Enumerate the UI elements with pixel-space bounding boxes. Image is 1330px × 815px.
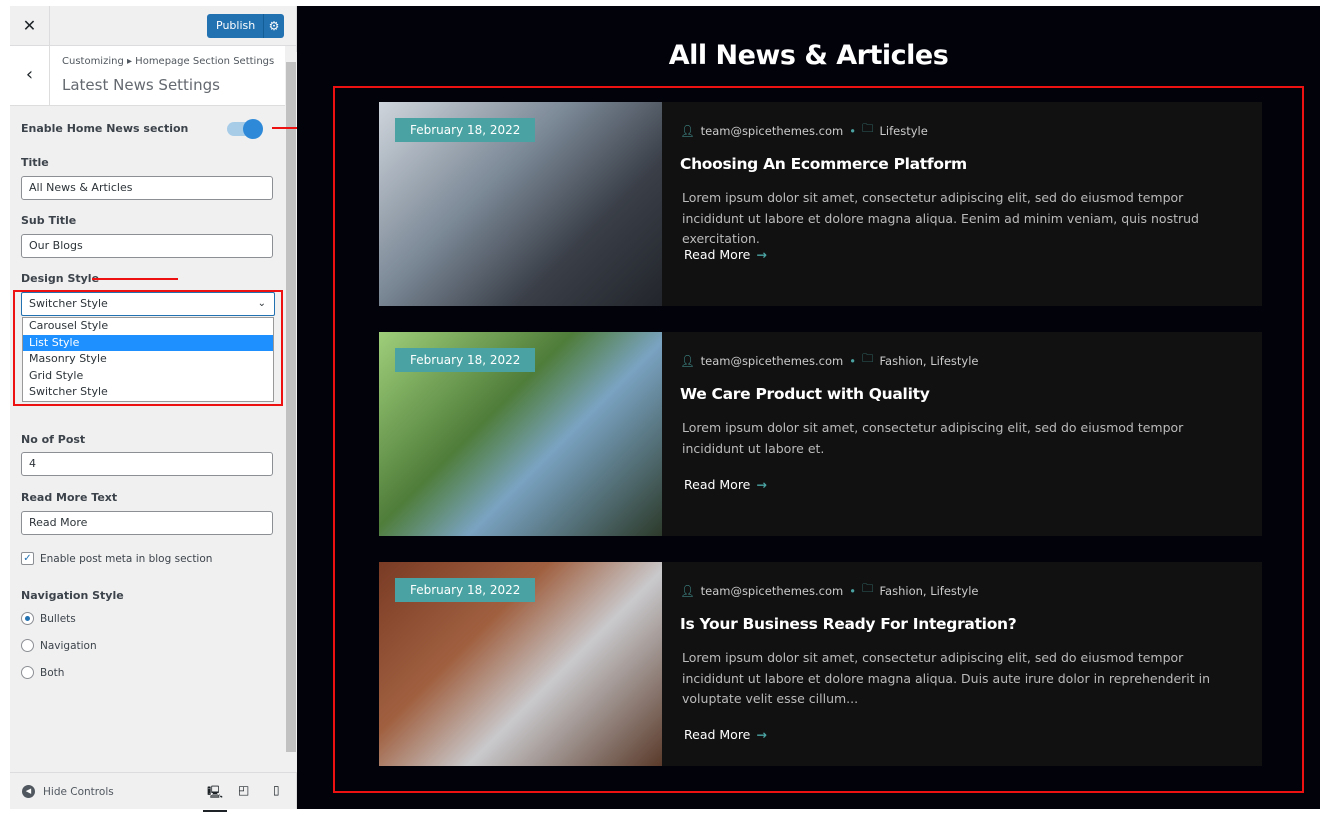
gear-icon[interactable]: ⚙ — [263, 14, 284, 38]
radio-label: Navigation — [40, 639, 97, 652]
panel-title: Latest News Settings — [62, 76, 220, 94]
design-style-label: Design Style — [21, 272, 100, 285]
radio-navigation[interactable]: Navigation — [21, 639, 97, 652]
desktop-preview-icon[interactable]: 🖳 — [203, 783, 228, 812]
hide-controls-label: Hide Controls — [43, 785, 114, 798]
readmore-input[interactable]: Read More — [21, 511, 273, 535]
panel-header: ‹ Customizing ▸ Homepage Section Setting… — [10, 46, 285, 106]
scrollbar[interactable] — [285, 52, 297, 772]
annotation-arrow — [92, 278, 178, 280]
radio-label: Both — [40, 666, 65, 679]
enable-news-toggle[interactable] — [227, 119, 263, 139]
subtitle-label: Sub Title — [21, 214, 77, 227]
radio-bullets[interactable]: Bullets — [21, 612, 76, 625]
annotation-box — [13, 290, 283, 406]
customizer-sidebar: ✕ Publish ⚙ ‹ Customizing ▸ Homepage Sect… — [10, 6, 297, 812]
publish-label: Publish — [216, 19, 256, 32]
breadcrumb: Customizing ▸ Homepage Section Settings — [62, 56, 275, 67]
customizer-header: ✕ Publish ⚙ — [10, 6, 297, 46]
subtitle-input[interactable]: Our Blogs — [21, 234, 273, 258]
post-meta-checkbox[interactable]: ✓ Enable post meta in blog section — [21, 552, 212, 565]
title-input[interactable]: All News & Articles — [21, 176, 273, 200]
radio-both[interactable]: Both — [21, 666, 64, 679]
posts-label: No of Post — [21, 433, 86, 446]
tablet-preview-icon[interactable]: ◰ — [238, 783, 249, 797]
checkmark-icon: ✓ — [21, 552, 34, 565]
customizer-footer: ◀ Hide Controls 🖳 ◰ ▯ — [10, 772, 297, 812]
post-meta-label: Enable post meta in blog section — [40, 552, 213, 565]
radio-label: Bullets — [40, 612, 76, 625]
annotation-box — [333, 86, 1304, 793]
nav-style-label: Navigation Style — [21, 589, 124, 602]
hide-controls-button[interactable]: ◀ Hide Controls — [22, 785, 114, 798]
back-chevron-icon[interactable]: ‹ — [10, 46, 50, 106]
collapse-icon: ◀ — [22, 785, 35, 798]
publish-button[interactable]: Publish ⚙ — [207, 14, 284, 38]
title-label: Title — [21, 156, 49, 169]
mobile-preview-icon[interactable]: ▯ — [273, 783, 280, 797]
section-title: All News & Articles — [668, 40, 949, 71]
readmore-label: Read More Text — [21, 491, 118, 504]
posts-input[interactable]: 4 — [21, 452, 273, 476]
enable-label: Enable Home News section — [21, 122, 189, 135]
close-icon[interactable]: ✕ — [10, 6, 50, 46]
